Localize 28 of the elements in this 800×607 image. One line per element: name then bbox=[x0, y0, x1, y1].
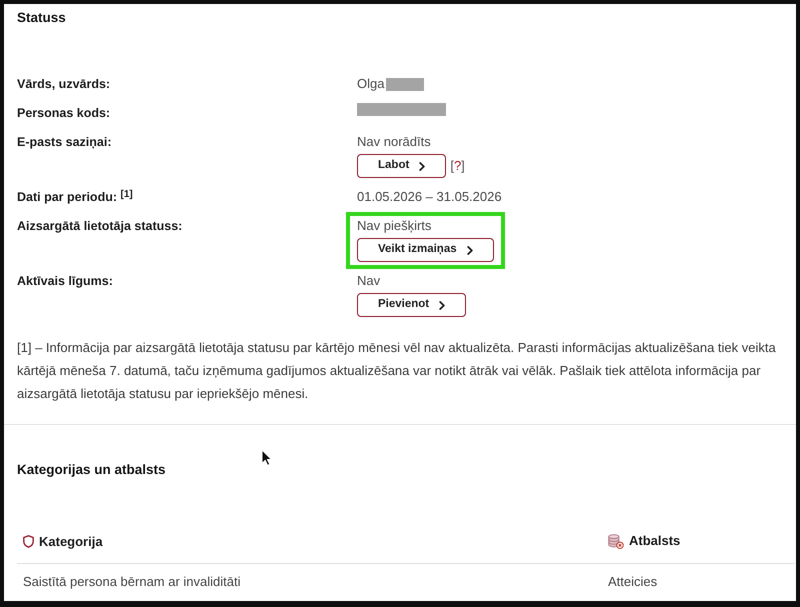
field-value: 01.05.2026 – 31.05.2026 bbox=[357, 188, 502, 206]
database-icon bbox=[608, 534, 624, 548]
shield-icon bbox=[23, 535, 34, 548]
action-button[interactable]: Pievienot bbox=[357, 293, 466, 317]
table-cell: Saistītā persona bērnam ar invaliditāti bbox=[17, 563, 602, 600]
column-header: Atbalsts bbox=[629, 532, 680, 550]
section-title: Kategorijas un atbalsts bbox=[17, 461, 167, 479]
chevron-right-icon bbox=[466, 246, 473, 254]
table-cell: Atteicies bbox=[602, 563, 795, 600]
field-label: Aktīvais līgums: bbox=[17, 273, 114, 290]
field-label: E-pasts saziņai: bbox=[17, 134, 112, 151]
field-label: Dati par periodu: $^{[1]}$ bbox=[17, 188, 134, 206]
field-label: Personas kods: bbox=[17, 105, 112, 122]
field-label: Vārds, uzvārds: bbox=[17, 76, 112, 93]
field-value: Olga bbox=[357, 75, 384, 93]
field-value: Nav norādīts bbox=[357, 133, 431, 151]
mouse-pointer-icon bbox=[261, 449, 273, 466]
action-button[interactable]: Labot bbox=[357, 154, 446, 178]
field-label: Aizsargātā lietotāja statuss: bbox=[17, 218, 184, 235]
chevron-right-icon bbox=[439, 300, 446, 310]
action-button[interactable]: Veikt izmaiņas bbox=[357, 238, 494, 262]
help-link[interactable]: [?] bbox=[450, 156, 465, 176]
field-value: Nav piešķirts bbox=[357, 217, 432, 235]
chevron-right-icon bbox=[419, 162, 426, 170]
section-title: Statuss bbox=[17, 9, 67, 27]
field-value: Nav bbox=[357, 272, 380, 290]
column-header: Kategorija bbox=[39, 532, 103, 551]
footnote-text: [1] – Informācija par aizsargātā lietotāja statusu par kārtējo mēnesi vēl nav aktualizēta. Parasti informācijas aktualizēšana tiek veikta kārtējā mēneša 7. datumā, taču izņēmuma gadījumos aktualizēšana var notikt ātrāk vai vēlāk. Pašlaik tiek attēlota informācija par aizsargātā lietotāja statusu par iepriekšējo mēnesi. bbox=[17, 339, 777, 403]
